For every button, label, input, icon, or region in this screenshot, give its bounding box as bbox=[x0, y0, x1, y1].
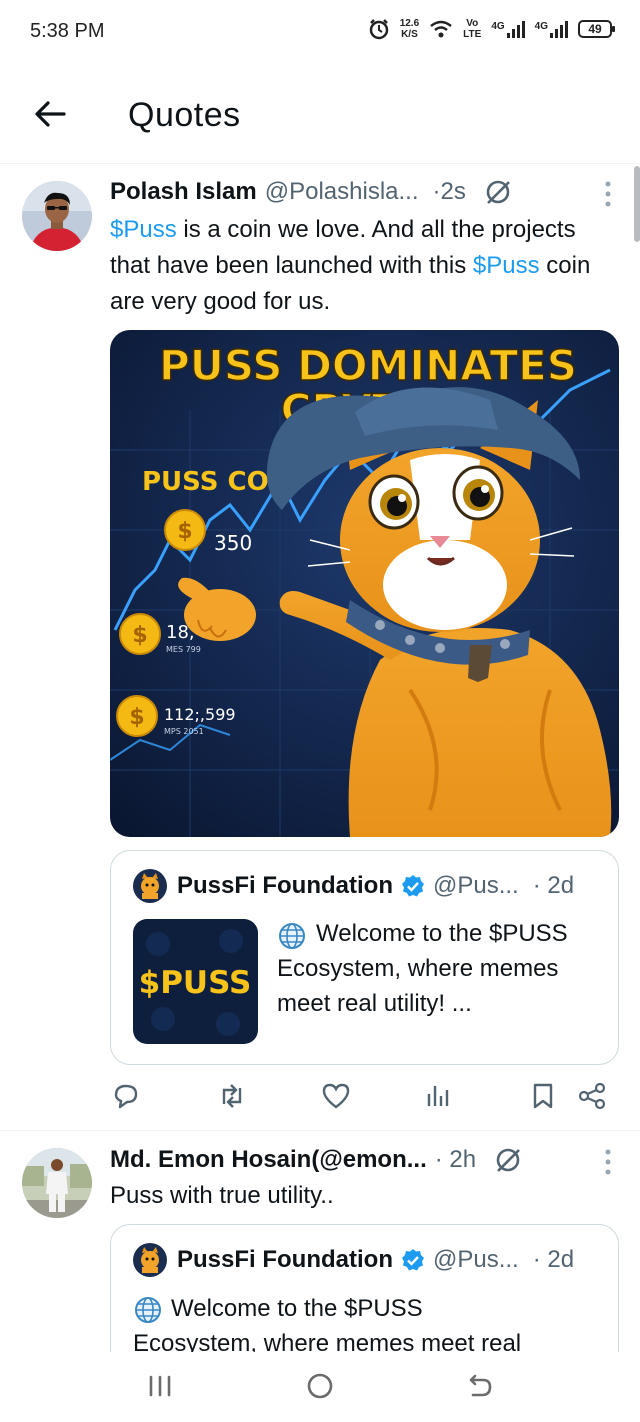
author-name[interactable]: Md. Emon Hosain(@emon... bbox=[110, 1146, 427, 1174]
tweet-text: Puss with true utility.. bbox=[110, 1182, 334, 1209]
quote-avatar[interactable] bbox=[133, 1243, 167, 1277]
globe-icon bbox=[135, 1297, 161, 1323]
quote-text-line-1: Welcome to the $PUSS bbox=[171, 1295, 423, 1322]
tweet-header: Md. Emon Hosain(@emon... · 2h bbox=[110, 1144, 522, 1176]
recent-apps-icon[interactable] bbox=[144, 1370, 176, 1402]
grok-icon[interactable] bbox=[494, 1146, 522, 1174]
tweet-2[interactable]: Md. Emon Hosain(@emon... · 2h Puss with … bbox=[0, 0, 640, 1374]
timestamp[interactable]: · 2h bbox=[435, 1146, 476, 1174]
home-icon[interactable] bbox=[304, 1370, 336, 1402]
quote-author-handle[interactable]: @Pus... bbox=[433, 1246, 519, 1274]
quote-timestamp[interactable]: · 2d bbox=[533, 1246, 574, 1274]
avatar[interactable] bbox=[22, 1148, 92, 1218]
quote-header: PussFi Foundation @Pus... · 2d bbox=[133, 1243, 574, 1277]
system-nav-bar bbox=[0, 1352, 640, 1422]
quote-author-name[interactable]: PussFi Foundation bbox=[177, 1246, 393, 1274]
verified-badge-icon bbox=[402, 1249, 424, 1271]
back-nav-icon[interactable] bbox=[464, 1370, 496, 1402]
more-options-icon[interactable] bbox=[604, 1148, 612, 1176]
